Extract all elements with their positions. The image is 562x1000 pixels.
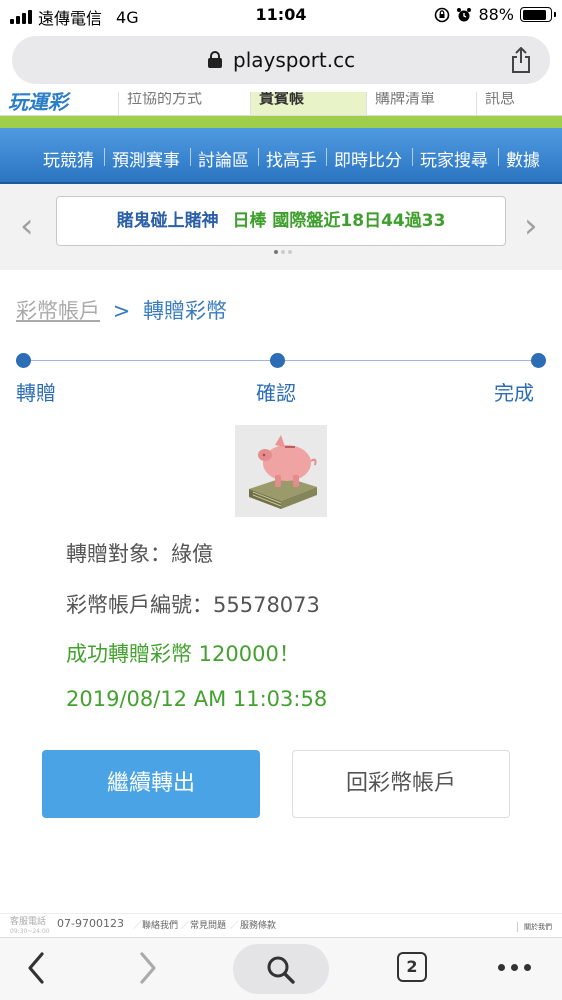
step-label-confirm: 確認 <box>256 381 296 405</box>
continue-transfer-button[interactable]: 繼續轉出 <box>42 750 260 818</box>
nav-divider <box>104 148 105 166</box>
address-bar[interactable]: playsport.cc <box>12 36 550 84</box>
nav-item-guess[interactable]: 玩競猜 <box>43 146 94 171</box>
nav-item-forum[interactable]: 討論區 <box>198 146 249 171</box>
service-phone[interactable]: 07-9700123 <box>57 917 124 930</box>
url-text: playsport.cc <box>233 48 356 72</box>
breadcrumb: 彩幣帳戶 > 轉贈彩幣 <box>16 295 227 325</box>
strip-item[interactable]: 貴賓帳 <box>250 92 366 115</box>
footer-link-terms[interactable]: 服務條款 <box>240 918 276 931</box>
breadcrumb-parent-link[interactable]: 彩幣帳戶 <box>16 299 100 323</box>
nav-item-experts[interactable]: 找高手 <box>266 146 317 171</box>
status-bar: 遠傳電信 4G 11:04 88% <box>0 0 562 30</box>
recipient-text: 轉贈對象：綠億 <box>66 542 213 566</box>
battery-percent: 88% <box>478 5 514 24</box>
step-dot-transfer <box>16 353 31 368</box>
service-label-text: 客服電話 <box>10 917 47 927</box>
nav-item-livescore[interactable]: 即時比分 <box>334 146 402 171</box>
footer-link-faq[interactable]: 常見問題 <box>190 918 226 931</box>
search-icon <box>267 956 295 984</box>
carousel-dots <box>274 250 292 254</box>
search-button[interactable] <box>233 944 329 994</box>
status-right: 88% <box>434 5 556 24</box>
headline-ticker[interactable]: 賭鬼碰上賭神 日棒 國際盤近18日44過33 <box>56 196 506 246</box>
rotation-lock-icon <box>435 7 450 22</box>
browser-address-area: playsport.cc <box>0 30 562 92</box>
share-icon[interactable] <box>510 47 532 73</box>
step-dot-done <box>531 353 546 368</box>
footer-divider: ／ <box>230 921 240 931</box>
site-footer: 客服電話 09:30~24:00 07-9700123 ／ 聯絡我們 ／ 常見問… <box>0 913 562 937</box>
chevron-right-icon[interactable]: › <box>524 206 538 246</box>
alarm-icon <box>457 7 472 21</box>
nav-divider <box>258 148 259 166</box>
service-hours: 09:30~24:00 <box>10 928 50 935</box>
strip-item[interactable]: 訊息 <box>476 92 562 115</box>
ticker-detail: 日棒 國際盤近18日44過33 <box>232 211 446 231</box>
forward-arrow-icon[interactable] <box>136 948 160 988</box>
more-menu-icon[interactable] <box>498 964 531 971</box>
nav-divider <box>412 148 413 166</box>
footer-divider: ／ <box>133 921 143 931</box>
lock-icon <box>208 51 222 68</box>
success-message: 成功轉贈彩幣 120000！ <box>66 642 300 666</box>
step-label-transfer: 轉贈 <box>16 381 56 405</box>
nav-item-player-search[interactable]: 玩家搜尋 <box>420 146 488 171</box>
nav-item-stats[interactable]: 數據 <box>506 146 540 171</box>
transaction-timestamp: 2019/08/12 AM 11:03:58 <box>66 687 328 711</box>
piggy-bank-icon <box>235 425 327 517</box>
strip-item[interactable]: 拉協的方式 <box>118 92 250 115</box>
strip-item[interactable]: 購牌清單 <box>366 92 476 115</box>
account-number-text: 彩幣帳戶編號：55578073 <box>66 593 320 617</box>
footer-link-contact[interactable]: 聯絡我們 <box>142 918 178 931</box>
site-logo[interactable]: 玩運彩 <box>8 92 68 115</box>
step-label-done: 完成 <box>494 381 534 405</box>
breadcrumb-separator: > <box>112 299 131 323</box>
chevron-left-icon[interactable]: ‹ <box>20 206 34 246</box>
nav-divider <box>498 148 499 166</box>
nav-divider <box>326 148 327 166</box>
browser-toolbar: 2 <box>0 937 562 1000</box>
battery-icon <box>520 7 556 22</box>
nav-divider <box>190 148 191 166</box>
back-to-account-button[interactable]: 回彩幣帳戶 <box>292 750 510 818</box>
site-top-strip: 玩運彩 拉協的方式 貴賓帳 購牌清單 訊息 <box>0 92 562 116</box>
tabs-button[interactable]: 2 <box>397 952 427 982</box>
main-nav: 玩競猜 預測賽事 討論區 找高手 即時比分 玩家搜尋 數據 <box>0 128 562 184</box>
step-dot-confirm <box>270 353 285 368</box>
headline-ticker-area: ‹ 賭鬼碰上賭神 日棒 國際盤近18日44過33 › <box>0 184 562 270</box>
nav-item-predict[interactable]: 預測賽事 <box>112 146 180 171</box>
breadcrumb-current: 轉贈彩幣 <box>142 299 227 323</box>
footer-divider: ／ <box>181 921 191 931</box>
footer-link-about[interactable]: 關於我們 <box>517 922 552 932</box>
back-arrow-icon[interactable] <box>24 948 48 988</box>
green-divider <box>0 116 562 128</box>
service-label: 客服電話 09:30~24:00 <box>10 918 50 936</box>
ticker-title: 賭鬼碰上賭神 <box>116 211 219 231</box>
